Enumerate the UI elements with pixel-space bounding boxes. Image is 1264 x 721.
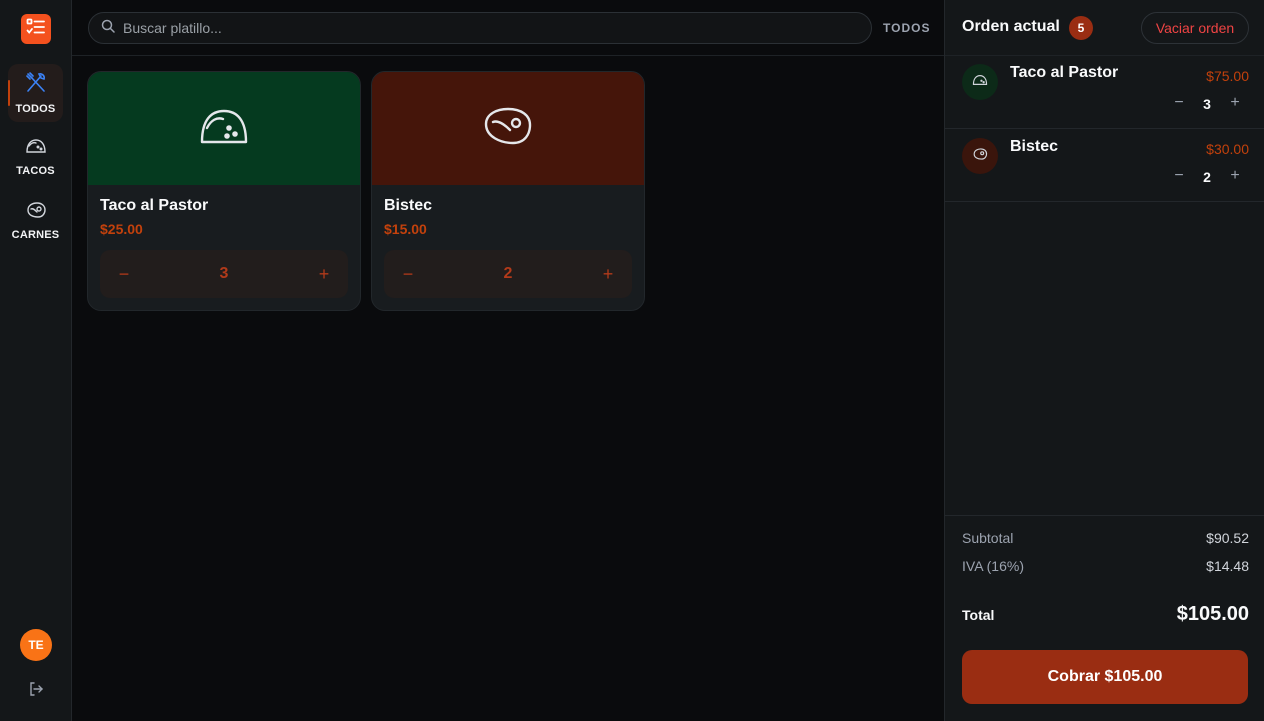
order-title: Orden actual [962,18,1060,35]
category-todos[interactable]: TODOS [8,64,63,122]
category-carnes[interactable]: CARNES [8,192,63,250]
decrease-button[interactable]: − [1170,167,1188,185]
quantity-value: 3 [219,265,229,282]
checkout-button[interactable]: Cobrar $105.00 [962,650,1248,704]
increase-button[interactable]: + [314,264,334,284]
increase-button[interactable]: + [1226,167,1244,185]
category-filter[interactable]: TODOS [883,21,930,35]
quantity-stepper: − 3 + [100,250,348,298]
logout-icon[interactable] [28,681,44,697]
order-item-price: $30.00 [1206,141,1249,157]
order-panel: Orden actual 5 Vaciar orden Taco al Past… [944,0,1264,721]
divider [945,515,1264,516]
quantity-stepper: − 2 + [384,250,632,298]
quantity-value: 2 [1203,169,1211,185]
app-logo[interactable] [21,14,51,44]
item-count-badge: 5 [1069,16,1093,40]
product-name: Taco al Pastor [100,197,209,214]
search-input[interactable] [123,20,843,36]
increase-button[interactable]: + [598,264,618,284]
clear-order-button[interactable]: Vaciar orden [1141,12,1249,44]
product-image [372,72,644,185]
decrease-button[interactable]: − [398,264,418,284]
product-price: $15.00 [384,221,427,237]
product-name: Bistec [384,197,433,214]
taco-icon [25,137,47,160]
product-card[interactable]: Taco al Pastor $25.00 − 3 + [87,71,361,311]
quantity-value: 3 [1203,96,1211,112]
search-box[interactable] [88,12,872,44]
sidebar: TODOS TACOS CARNES TE [0,0,72,721]
order-item-price: $75.00 [1206,68,1249,84]
total-row: Total $105.00 [962,603,1249,626]
subtotal-row: Subtotal $90.52 [962,530,1249,546]
utensils-icon [25,71,47,98]
steak-icon [972,147,988,166]
taco-icon [199,106,249,151]
total-value: $105.00 [1176,603,1249,625]
order-item-image [962,64,998,100]
product-price: $25.00 [100,221,143,237]
tax-value: $14.48 [1206,558,1249,574]
search-icon [101,19,115,38]
order-item: Taco al Pastor $75.00 − 3 + [945,56,1264,129]
top-bar: TODOS [72,0,944,56]
steak-icon [483,106,533,151]
taco-icon [972,73,988,92]
menu-list-icon [26,18,46,41]
steak-icon [25,201,47,224]
product-card[interactable]: Bistec $15.00 − 2 + [371,71,645,311]
order-item: Bistec $30.00 − 2 + [945,129,1264,202]
decrease-button[interactable]: − [1170,94,1188,112]
order-item-name: Taco al Pastor [1010,64,1119,81]
subtotal-label: Subtotal [962,530,1014,546]
avatar[interactable]: TE [20,629,52,661]
subtotal-value: $90.52 [1206,530,1249,546]
category-label: TODOS [15,103,56,115]
category-tacos[interactable]: TACOS [8,128,63,186]
total-label: Total [962,606,995,623]
category-label: TACOS [16,165,55,177]
tax-label: IVA (16%) [962,558,1024,574]
quantity-value: 2 [503,265,513,282]
category-label: CARNES [11,229,60,241]
order-item-image [962,138,998,174]
order-item-name: Bistec [1010,138,1059,155]
tax-row: IVA (16%) $14.48 [962,558,1249,574]
product-image [88,72,360,185]
decrease-button[interactable]: − [114,264,134,284]
increase-button[interactable]: + [1226,94,1244,112]
